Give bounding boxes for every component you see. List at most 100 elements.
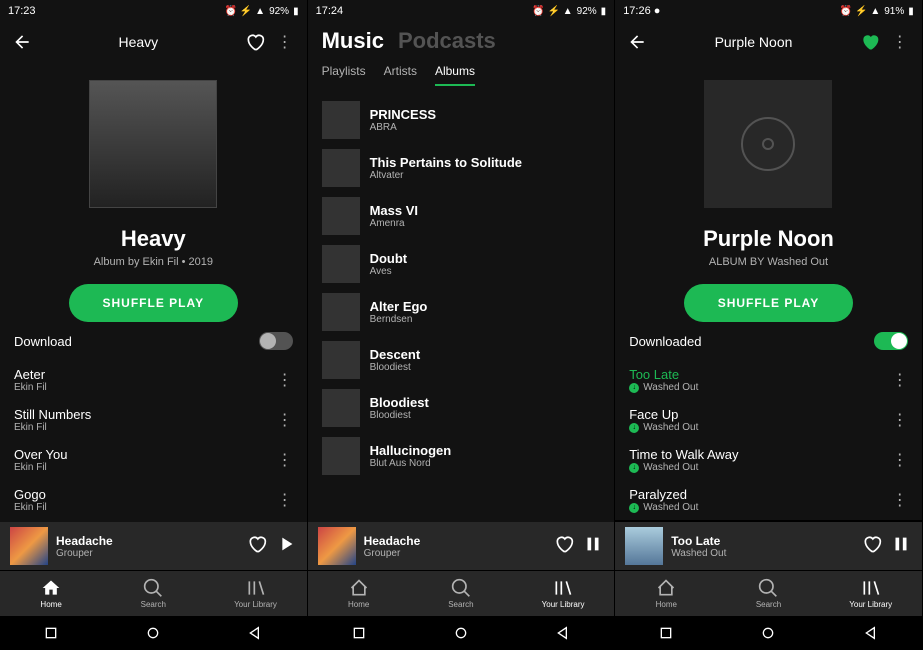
now-playing-bar[interactable]: Too Late Washed Out bbox=[615, 522, 922, 570]
album-thumb bbox=[322, 437, 360, 475]
status-icons: ⏰ ⚡ ▲ 92% ▮ bbox=[225, 6, 299, 17]
track-more-icon[interactable]: ⋮ bbox=[277, 410, 293, 430]
nav-library[interactable]: Your Library bbox=[820, 571, 922, 616]
heart-icon[interactable] bbox=[860, 32, 880, 52]
sys-home-icon[interactable] bbox=[453, 625, 469, 641]
downloaded-icon: ↓ bbox=[629, 463, 639, 473]
album-thumb bbox=[322, 389, 360, 427]
bottom-nav: Home Search Your Library bbox=[615, 570, 922, 616]
header: Heavy ⋮ bbox=[0, 22, 307, 62]
sys-home-icon[interactable] bbox=[760, 625, 776, 641]
content: Purple Noon ALBUM BY Washed Out SHUFFLE … bbox=[615, 62, 922, 522]
tab-music[interactable]: Music bbox=[322, 28, 384, 54]
track-row[interactable]: GogoEkin Fil⋮ bbox=[0, 480, 307, 520]
album-row[interactable]: Mass VIAmenra bbox=[308, 192, 615, 240]
track-artist: Ekin Fil bbox=[14, 422, 91, 433]
track-more-icon[interactable]: ⋮ bbox=[277, 370, 293, 390]
now-playing-art bbox=[625, 527, 663, 565]
track-more-icon[interactable]: ⋮ bbox=[892, 370, 908, 390]
album-row[interactable]: DescentBloodiest bbox=[308, 336, 615, 384]
shuffle-play-button[interactable]: SHUFFLE PLAY bbox=[684, 284, 854, 322]
nav-search[interactable]: Search bbox=[410, 571, 512, 616]
track-row[interactable]: AeterEkin Fil⋮ bbox=[0, 360, 307, 400]
sys-recent-icon[interactable] bbox=[43, 625, 59, 641]
status-time: 17:23 bbox=[8, 5, 36, 17]
album-name: Doubt bbox=[370, 251, 408, 266]
sys-home-icon[interactable] bbox=[145, 625, 161, 641]
play-icon[interactable] bbox=[275, 533, 297, 560]
subtab-albums[interactable]: Albums bbox=[435, 64, 475, 86]
pause-icon[interactable] bbox=[582, 533, 604, 560]
track-more-icon[interactable]: ⋮ bbox=[892, 410, 908, 430]
tab-podcasts[interactable]: Podcasts bbox=[398, 28, 496, 54]
content: Heavy Album by Ekin Fil • 2019 SHUFFLE P… bbox=[0, 62, 307, 522]
album-art bbox=[89, 80, 217, 208]
more-icon[interactable]: ⋮ bbox=[890, 32, 910, 52]
album-artist: Aves bbox=[370, 266, 408, 277]
download-label: Downloaded bbox=[629, 334, 701, 349]
status-icons: ⏰ ⚡ ▲ 92% ▮ bbox=[532, 6, 606, 17]
sys-back-icon[interactable] bbox=[555, 625, 571, 641]
track-row[interactable]: Too Late↓ Washed Out⋮ bbox=[615, 360, 922, 400]
album-row[interactable]: Alter EgoBerndsen bbox=[308, 288, 615, 336]
nav-home[interactable]: Home bbox=[615, 571, 717, 616]
shuffle-play-button[interactable]: SHUFFLE PLAY bbox=[69, 284, 239, 322]
bottom-nav: Home Search Your Library bbox=[0, 570, 307, 616]
pause-icon[interactable] bbox=[890, 533, 912, 560]
album-name: Alter Ego bbox=[370, 299, 428, 314]
track-row[interactable]: Let Me InEkin Fil⋮ bbox=[0, 520, 307, 522]
more-icon[interactable]: ⋮ bbox=[275, 32, 295, 52]
nav-search[interactable]: Search bbox=[102, 571, 204, 616]
download-label: Download bbox=[14, 334, 72, 349]
track-row[interactable]: Paralyzed↓ Washed Out⋮ bbox=[615, 480, 922, 520]
download-toggle[interactable] bbox=[874, 332, 908, 350]
sys-back-icon[interactable] bbox=[247, 625, 263, 641]
heart-icon[interactable] bbox=[247, 534, 267, 559]
track-row[interactable]: Time to Walk Away↓ Washed Out⋮ bbox=[615, 440, 922, 480]
nav-home[interactable]: Home bbox=[0, 571, 102, 616]
album-name: Descent bbox=[370, 347, 421, 362]
heart-icon[interactable] bbox=[862, 534, 882, 559]
nav-home[interactable]: Home bbox=[308, 571, 410, 616]
now-playing-artist: Grouper bbox=[56, 548, 239, 559]
status-bar: 17:26 ● ⏰ ⚡ ▲ 91% ▮ bbox=[615, 0, 922, 22]
now-playing-bar[interactable]: Headache Grouper bbox=[0, 522, 307, 570]
album-row[interactable]: HallucinogenBlut Aus Nord bbox=[308, 432, 615, 480]
album-row[interactable]: PRINCESSABRA bbox=[308, 96, 615, 144]
track-name: Still Numbers bbox=[14, 407, 91, 422]
now-playing-bar[interactable]: Headache Grouper bbox=[308, 522, 615, 570]
nav-library[interactable]: Your Library bbox=[204, 571, 306, 616]
album-row[interactable]: This Pertains to SolitudeAltvater bbox=[308, 144, 615, 192]
album-row[interactable]: BloodiestBloodiest bbox=[308, 384, 615, 432]
nav-search[interactable]: Search bbox=[717, 571, 819, 616]
track-row[interactable]: Over YouEkin Fil⋮ bbox=[0, 440, 307, 480]
track-row[interactable]: Still NumbersEkin Fil ⋮ bbox=[0, 400, 307, 440]
track-name: Gogo bbox=[14, 487, 47, 502]
back-icon[interactable] bbox=[627, 32, 647, 52]
screen-library: 17:24 ⏰ ⚡ ▲ 92% ▮ Music Podcasts Playlis… bbox=[308, 0, 616, 650]
heart-icon[interactable] bbox=[554, 534, 574, 559]
now-playing-art bbox=[10, 527, 48, 565]
sys-back-icon[interactable] bbox=[863, 625, 879, 641]
nav-library[interactable]: Your Library bbox=[512, 571, 614, 616]
screen-album-heavy: 17:23 ⏰ ⚡ ▲ 92% ▮ Heavy ⋮ Heavy Album by… bbox=[0, 0, 308, 650]
album-row[interactable]: DoubtAves bbox=[308, 240, 615, 288]
track-artist: ↓ Washed Out bbox=[629, 502, 698, 513]
sys-recent-icon[interactable] bbox=[351, 625, 367, 641]
subtab-artists[interactable]: Artists bbox=[384, 64, 417, 86]
downloaded-icon: ↓ bbox=[629, 383, 639, 393]
track-row[interactable]: Face Up↓ Washed Out⋮ bbox=[615, 400, 922, 440]
track-more-icon[interactable]: ⋮ bbox=[892, 450, 908, 470]
sys-recent-icon[interactable] bbox=[658, 625, 674, 641]
track-more-icon[interactable]: ⋮ bbox=[277, 450, 293, 470]
download-toggle[interactable] bbox=[259, 332, 293, 350]
track-more-icon[interactable]: ⋮ bbox=[892, 490, 908, 510]
status-time: 17:26 ● bbox=[623, 5, 660, 17]
back-icon[interactable] bbox=[12, 32, 32, 52]
album-artist: Altvater bbox=[370, 170, 522, 181]
album-list[interactable]: PRINCESSABRAThis Pertains to SolitudeAlt… bbox=[308, 96, 615, 522]
subtab-playlists[interactable]: Playlists bbox=[322, 64, 366, 86]
heart-icon[interactable] bbox=[245, 32, 265, 52]
track-more-icon[interactable]: ⋮ bbox=[277, 490, 293, 510]
album-thumb bbox=[322, 341, 360, 379]
